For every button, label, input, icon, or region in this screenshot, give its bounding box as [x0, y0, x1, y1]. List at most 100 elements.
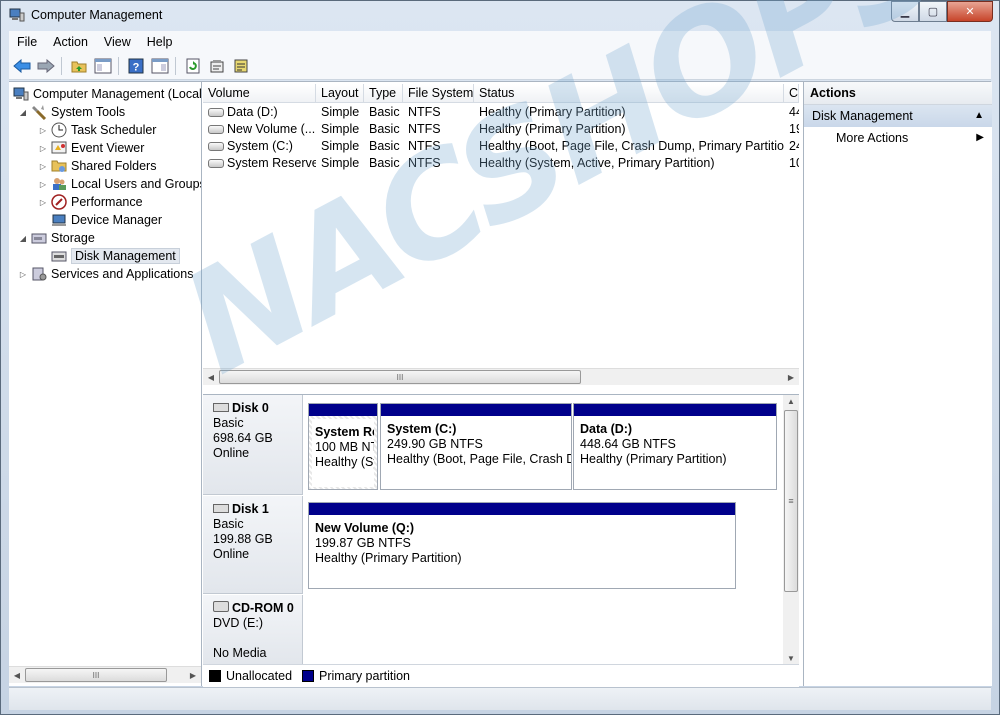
partition-system-reserved[interactable]: System Re 100 MB NT Healthy (Sy — [308, 403, 378, 490]
volume-list: Volume Layout Type File System Status C … — [203, 82, 799, 390]
tree-item-local-users[interactable]: ▷ Local Users and Groups — [37, 175, 201, 193]
tree-item-storage[interactable]: ◢ Storage — [17, 229, 95, 247]
scroll-right-icon[interactable]: ▶ — [783, 373, 799, 382]
back-arrow-icon[interactable] — [11, 55, 33, 77]
device-manager-icon — [51, 212, 67, 228]
tree-item-event-viewer[interactable]: ▷ Event Viewer — [37, 139, 145, 157]
minimize-button[interactable]: ▁ — [891, 1, 919, 22]
more-actions-label: More Actions — [836, 131, 909, 145]
tree-item-shared-folders[interactable]: ▷ Shared Folders — [37, 157, 157, 175]
table-row[interactable]: Data (D:) Simple Basic NTFS Healthy (Pri… — [203, 104, 799, 121]
tree-item-services[interactable]: ▷ Services and Applications — [17, 265, 194, 283]
table-cell: NTFS — [408, 122, 441, 136]
table-cell: NTFS — [408, 156, 441, 170]
column-header-status[interactable]: Status — [474, 84, 784, 102]
toolbar-separator — [61, 57, 62, 75]
table-cell: Basic — [369, 139, 400, 153]
scroll-right-icon[interactable]: ▶ — [185, 671, 201, 680]
partition-new-volume-q[interactable]: New Volume (Q:) 199.87 GB NTFS Healthy (… — [308, 502, 736, 589]
graphical-view-vertical-scrollbar[interactable]: ▲ ≡ ▼ — [783, 395, 799, 665]
forward-arrow-icon[interactable] — [35, 55, 57, 77]
partition-name: Data (D:) — [580, 422, 633, 436]
expand-icon[interactable]: ▷ — [37, 162, 49, 171]
close-button[interactable]: ✕ — [947, 1, 993, 22]
menu-file[interactable]: File — [9, 35, 45, 49]
table-cell: 44 — [789, 105, 799, 119]
volume-list-horizontal-scrollbar[interactable]: ◀ III ▶ — [203, 368, 799, 385]
up-folder-icon[interactable] — [68, 55, 90, 77]
legend-primary: Primary partition — [319, 669, 411, 683]
volume-icon — [208, 159, 224, 169]
expand-icon[interactable]: ▷ — [37, 144, 49, 153]
menu-help[interactable]: Help — [139, 35, 181, 49]
volume-list-header: Volume Layout Type File System Status C — [203, 84, 799, 103]
table-cell: Healthy (Primary Partition) — [479, 105, 626, 119]
column-header-capacity[interactable]: C — [784, 84, 799, 102]
show-hide-tree-icon[interactable] — [92, 55, 114, 77]
partition-system-c[interactable]: System (C:) 249.90 GB NTFS Healthy (Boot… — [380, 403, 572, 490]
menu-action[interactable]: Action — [45, 35, 96, 49]
scroll-left-icon[interactable]: ◀ — [9, 671, 25, 680]
volume-icon — [208, 142, 224, 152]
users-icon — [51, 176, 67, 192]
tree-item-computer-management[interactable]: Computer Management (Local — [11, 85, 202, 103]
partition-data-d[interactable]: Data (D:) 448.64 GB NTFS Healthy (Primar… — [573, 403, 777, 490]
column-header-type[interactable]: Type — [364, 84, 403, 102]
partition-status: Healthy (Primary Partition) — [315, 551, 462, 565]
disk-settings-icon[interactable] — [230, 55, 252, 77]
more-actions-item[interactable]: More Actions ▶ — [804, 127, 992, 149]
column-header-volume[interactable]: Volume — [203, 84, 316, 102]
table-row[interactable]: New Volume (... Simple Basic NTFS Health… — [203, 121, 799, 138]
disk-icon — [213, 504, 229, 513]
expand-icon[interactable]: ▷ — [17, 270, 29, 279]
table-cell: Healthy (System, Active, Primary Partiti… — [479, 156, 715, 170]
scroll-thumb[interactable]: III — [25, 668, 167, 682]
tree-label: Event Viewer — [71, 141, 145, 155]
scroll-down-icon[interactable]: ▼ — [787, 654, 795, 663]
expand-icon[interactable]: ▷ — [37, 198, 49, 207]
properties-icon[interactable] — [206, 55, 228, 77]
clock-icon — [51, 122, 67, 138]
tree-item-task-scheduler[interactable]: ▷ Task Scheduler — [37, 121, 156, 139]
column-header-layout[interactable]: Layout — [316, 84, 364, 102]
scroll-up-icon[interactable]: ▲ — [787, 397, 795, 406]
actions-section-disk-management[interactable]: Disk Management ▲ — [804, 105, 992, 127]
disk-legend: Unallocated Primary partition — [203, 664, 799, 687]
tree-label: Computer Management (Local — [33, 87, 202, 101]
menu-view[interactable]: View — [96, 35, 139, 49]
actions-pane: Actions Disk Management ▲ More Actions ▶ — [803, 82, 992, 686]
scroll-thumb[interactable]: ≡ — [784, 410, 798, 592]
tree-item-system-tools[interactable]: ◢ System Tools — [17, 103, 125, 121]
refresh-icon[interactable] — [182, 55, 204, 77]
column-header-file-system[interactable]: File System — [403, 84, 474, 102]
help-icon[interactable]: ? — [125, 55, 147, 77]
status-bar — [9, 687, 991, 710]
partition-name: New Volume (Q:) — [315, 521, 415, 535]
table-cell: System (C:) — [227, 139, 293, 153]
expand-icon[interactable]: ▷ — [37, 126, 49, 135]
title-bar: Computer Management ▁ ▢ ✕ — [1, 1, 999, 29]
disk-state: No Media — [213, 646, 267, 660]
table-row[interactable]: System (C:) Simple Basic NTFS Healthy (B… — [203, 138, 799, 155]
cdrom-0-label[interactable]: CD-ROM 0 DVD (E:) No Media — [203, 595, 303, 665]
disk-1-label[interactable]: Disk 1 Basic 199.88 GB Online — [203, 496, 303, 594]
submenu-arrow-icon: ▶ — [976, 132, 984, 143]
tree-item-device-manager[interactable]: Device Manager — [49, 211, 162, 229]
collapse-arrow-icon[interactable]: ▲ — [974, 105, 984, 127]
tree-item-performance[interactable]: ▷ Performance — [37, 193, 143, 211]
maximize-button[interactable]: ▢ — [919, 1, 947, 22]
table-cell: System Reserved — [227, 156, 316, 170]
tree-horizontal-scrollbar[interactable]: ◀ III ▶ — [9, 666, 201, 683]
tree-item-disk-management[interactable]: Disk Management — [49, 247, 180, 265]
partition-size: 448.64 GB NTFS — [580, 437, 676, 451]
tree-label: Device Manager — [71, 213, 163, 227]
table-row[interactable]: System Reserved Simple Basic NTFS Health… — [203, 155, 799, 172]
collapse-icon[interactable]: ◢ — [17, 234, 29, 243]
show-hide-action-pane-icon[interactable] — [149, 55, 171, 77]
disk-0-label[interactable]: Disk 0 Basic 698.64 GB Online — [203, 395, 303, 495]
scroll-thumb[interactable]: III — [219, 370, 581, 384]
expand-icon[interactable]: ▷ — [37, 180, 49, 189]
scroll-left-icon[interactable]: ◀ — [203, 373, 219, 382]
disk-size: 698.64 GB — [213, 431, 273, 445]
collapse-icon[interactable]: ◢ — [17, 108, 29, 117]
